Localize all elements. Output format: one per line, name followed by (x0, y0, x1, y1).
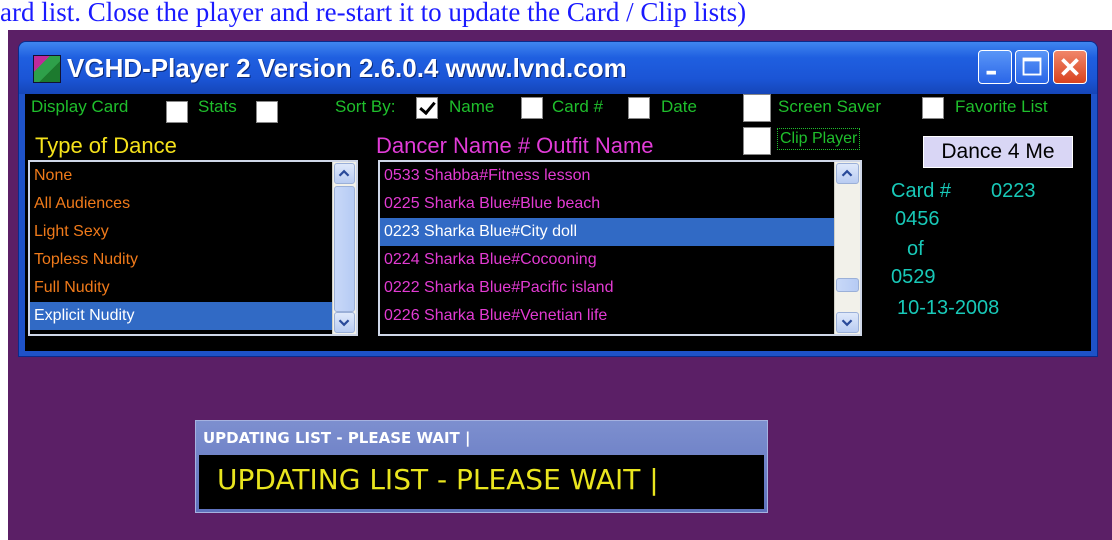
list-item[interactable]: Topless Nudity (30, 246, 356, 274)
chevron-down-icon (841, 319, 853, 327)
list-item[interactable]: Full Nudity (30, 274, 356, 302)
list-item[interactable]: 0224 Sharka Blue#Cocooning (380, 246, 860, 274)
sort-date-label: Date (661, 97, 697, 116)
clip-player-checkbox[interactable] (743, 127, 771, 155)
player-window: VGHD-Player 2 Version 2.6.0.4 www.lvnd.c… (18, 41, 1098, 357)
stats-label: Stats (198, 97, 237, 116)
clip-player-label: Clip Player (777, 128, 861, 150)
dancer-list-header: Dancer Name # Outfit Name (376, 133, 654, 158)
list-item[interactable]: 0533 Shabba#Fitness lesson (380, 162, 860, 190)
display-card-checkbox[interactable] (166, 101, 188, 123)
dancer-list[interactable]: 0533 Shabba#Fitness lesson 0225 Sharka Bl… (378, 160, 862, 336)
sort-card-checkbox[interactable] (521, 97, 543, 119)
type-list-scrollbar[interactable] (332, 162, 356, 334)
updating-dialog-title: UPDATING LIST - PLEASE WAIT | (203, 429, 471, 447)
chevron-up-icon (841, 169, 853, 177)
updating-message: UPDATING LIST - PLEASE WAIT | (217, 463, 659, 496)
screen-saver-label: Screen Saver (778, 97, 881, 116)
stats-checkbox[interactable] (256, 101, 278, 123)
list-item[interactable]: 0222 Sharka Blue#Pacific island (380, 274, 860, 302)
player-client-area: Display Card Stats Sort By: Name Card # … (25, 94, 1091, 351)
card-number-label: Card # (891, 180, 952, 202)
updating-dialog: UPDATING LIST - PLEASE WAIT | UPDATING L… (195, 420, 768, 513)
chevron-up-icon (338, 169, 350, 177)
sort-name-label: Name (449, 97, 495, 116)
card-total: 0529 (891, 266, 936, 288)
sort-card-label: Card # (552, 97, 604, 116)
scroll-down-button[interactable] (334, 312, 355, 333)
minimize-button[interactable] (978, 50, 1012, 84)
scroll-down-button[interactable] (836, 312, 859, 333)
dancer-list-scrollbar[interactable] (834, 162, 860, 334)
favorite-list-label: Favorite List (955, 97, 1048, 116)
scroll-thumb[interactable] (836, 278, 859, 292)
scroll-up-button[interactable] (334, 163, 355, 184)
type-of-dance-header: Type of Dance (35, 133, 177, 158)
page-caption: ard list. Close the player and re-start … (0, 0, 747, 27)
sort-by-label: Sort By: (335, 97, 396, 116)
minimize-icon (986, 70, 996, 75)
list-item[interactable]: Light Sexy (30, 218, 356, 246)
list-item[interactable]: None (30, 162, 356, 190)
card-of-label: of (907, 238, 924, 260)
chevron-down-icon (338, 319, 350, 327)
dance-4-me-button[interactable]: Dance 4 Me (923, 136, 1073, 168)
list-item[interactable]: 0226 Sharka Blue#Venetian life (380, 302, 860, 330)
maximize-icon (1022, 57, 1042, 76)
card-number-value: 0223 (991, 180, 1036, 202)
close-button[interactable] (1053, 50, 1087, 84)
scroll-thumb[interactable] (334, 186, 355, 312)
title-bar[interactable]: VGHD-Player 2 Version 2.6.0.4 www.lvnd.c… (19, 42, 1097, 94)
list-item[interactable]: Explicit Nudity (30, 302, 356, 330)
screen-saver-checkbox[interactable] (743, 94, 771, 122)
window-title: VGHD-Player 2 Version 2.6.0.4 www.lvnd.c… (67, 53, 627, 83)
scroll-up-button[interactable] (836, 163, 859, 184)
card-position: 0456 (895, 208, 940, 230)
app-icon (33, 55, 61, 83)
type-of-dance-list[interactable]: None All Audiences Light Sexy Topless Nudit… (28, 160, 358, 336)
maximize-button[interactable] (1015, 50, 1049, 84)
display-card-label: Display Card (31, 97, 129, 116)
updating-dialog-body: UPDATING LIST - PLEASE WAIT | (199, 455, 764, 509)
list-item[interactable]: 0223 Sharka Blue#City doll (380, 218, 860, 246)
list-item[interactable]: All Audiences (30, 190, 356, 218)
sort-name-checkbox[interactable] (416, 97, 438, 119)
close-icon (1061, 58, 1079, 76)
list-item[interactable]: 0225 Sharka Blue#Blue beach (380, 190, 860, 218)
card-date: 10-13-2008 (897, 297, 1000, 319)
favorite-list-checkbox[interactable] (922, 97, 944, 119)
sort-date-checkbox[interactable] (628, 97, 650, 119)
